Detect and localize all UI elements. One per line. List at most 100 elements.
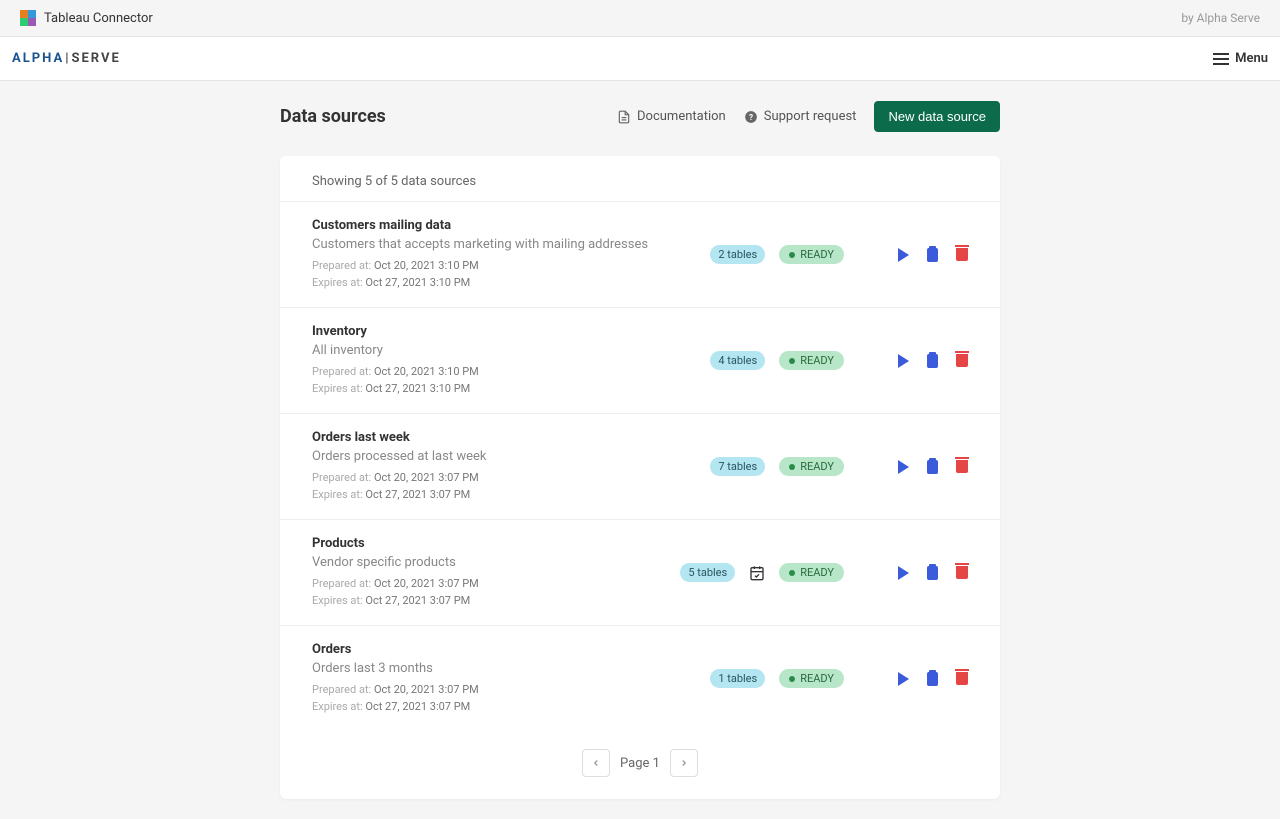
item-info: Customers mailing data Customers that acc…	[312, 218, 710, 291]
attribution: by Alpha Serve	[1181, 11, 1260, 25]
top-bar: Tableau Connector by Alpha Serve	[0, 0, 1280, 37]
item-description: All inventory	[312, 343, 710, 358]
item-meta: Prepared at: Oct 20, 2021 3:07 PMExpires…	[312, 576, 680, 609]
logo-serve: SERVE	[71, 51, 120, 66]
prepared-value: Oct 20, 2021 3:10 PM	[374, 365, 479, 378]
app-icon	[20, 10, 36, 26]
prepared-label: Prepared at:	[312, 683, 374, 696]
delete-icon[interactable]	[956, 566, 968, 579]
copy-icon[interactable]	[927, 460, 938, 474]
copy-icon[interactable]	[927, 672, 938, 686]
delete-icon[interactable]	[956, 354, 968, 367]
expires-value: Oct 27, 2021 3:07 PM	[365, 488, 470, 501]
documentation-label: Documentation	[637, 109, 726, 124]
tables-badge: 2 tables	[710, 245, 765, 264]
delete-icon[interactable]	[956, 460, 968, 473]
prepared-label: Prepared at:	[312, 365, 374, 378]
copy-icon[interactable]	[927, 566, 938, 580]
schedule-icon	[749, 565, 765, 581]
prepared-label: Prepared at:	[312, 259, 374, 272]
run-icon[interactable]	[898, 248, 909, 262]
item-right: 2 tables READY	[710, 245, 968, 264]
next-page-button[interactable]	[670, 749, 698, 777]
new-data-source-button[interactable]: New data source	[874, 101, 1000, 132]
data-sources-card: Showing 5 of 5 data sources Customers ma…	[280, 156, 1000, 799]
item-meta: Prepared at: Oct 20, 2021 3:07 PMExpires…	[312, 682, 710, 715]
item-right: 5 tablesREADY	[680, 563, 968, 582]
item-info: InventoryAll inventoryPrepared at: Oct 2…	[312, 324, 710, 397]
page-label: Page 1	[620, 756, 660, 771]
list-item: InventoryAll inventoryPrepared at: Oct 2…	[280, 308, 1000, 414]
logo-separator: |	[65, 51, 70, 66]
run-icon[interactable]	[898, 672, 909, 686]
item-meta: Prepared at: Oct 20, 2021 3:10 PM Expires…	[312, 364, 710, 397]
menu-label: Menu	[1235, 51, 1268, 66]
item-description: Vendor specific products	[312, 555, 680, 570]
item-title: Orders	[312, 642, 710, 657]
expires-label: Expires at:	[312, 276, 365, 289]
expires-label: Expires at:	[312, 382, 365, 395]
container: Data sources Documentation ? Support req…	[280, 81, 1000, 819]
app-title: Tableau Connector	[44, 11, 153, 26]
header-actions: Documentation ? Support request New data…	[617, 101, 1000, 132]
expires-value: Oct 27, 2021 3:10 PM	[365, 276, 470, 289]
list-item: Customers mailing data Customers that acc…	[280, 202, 1000, 308]
chevron-left-icon	[591, 758, 601, 768]
item-right: 1 tables READY	[710, 669, 968, 688]
documentation-link[interactable]: Documentation	[617, 109, 726, 124]
expires-value: Oct 27, 2021 3:07 PM	[365, 594, 470, 607]
action-icons	[898, 566, 968, 580]
status-badge: READY	[779, 669, 844, 688]
document-icon	[617, 110, 631, 124]
run-icon[interactable]	[898, 460, 909, 474]
prepared-label: Prepared at:	[312, 471, 374, 484]
item-description: Orders last 3 months	[312, 661, 710, 676]
help-icon: ?	[744, 110, 758, 124]
action-icons	[898, 354, 968, 368]
copy-icon[interactable]	[927, 248, 938, 262]
list-item: Orders Orders last 3 months Prepared at: O…	[280, 626, 1000, 731]
run-icon[interactable]	[898, 566, 909, 580]
item-right: 7 tables READY	[710, 457, 968, 476]
list-container: Customers mailing data Customers that acc…	[280, 202, 1000, 731]
status-badge: READY	[779, 245, 844, 264]
expires-label: Expires at:	[312, 700, 365, 713]
item-title: Products	[312, 536, 680, 551]
status-badge: READY	[779, 351, 844, 370]
support-link[interactable]: ? Support request	[744, 109, 857, 124]
expires-value: Oct 27, 2021 3:10 PM	[365, 382, 470, 395]
menu-icon	[1213, 53, 1229, 65]
tables-badge: 4 tables	[710, 351, 765, 370]
status-badge: READY	[779, 563, 844, 582]
nav-bar: ALPHA | SERVE Menu	[0, 37, 1280, 81]
run-icon[interactable]	[898, 354, 909, 368]
menu-button[interactable]: Menu	[1213, 51, 1268, 66]
prepared-value: Oct 20, 2021 3:07 PM	[374, 471, 479, 484]
tables-badge: 7 tables	[710, 457, 765, 476]
item-meta: Prepared at: Oct 20, 2021 3:07 PM Expires…	[312, 470, 710, 503]
copy-icon[interactable]	[927, 354, 938, 368]
list-summary: Showing 5 of 5 data sources	[280, 156, 1000, 202]
item-meta: Prepared at: Oct 20, 2021 3:10 PMExpires…	[312, 258, 710, 291]
action-icons	[898, 672, 968, 686]
page-title: Data sources	[280, 106, 386, 127]
expires-value: Oct 27, 2021 3:07 PM	[365, 700, 470, 713]
tables-badge: 1 tables	[710, 669, 765, 688]
item-info: Orders last weekOrders processed at last…	[312, 430, 710, 503]
item-title: Customers mailing data	[312, 218, 710, 233]
item-description: Customers that accepts marketing with ma…	[312, 237, 710, 252]
logo-alpha: ALPHA	[12, 51, 64, 66]
logo: ALPHA | SERVE	[12, 51, 121, 66]
page-header: Data sources Documentation ? Support req…	[280, 101, 1000, 132]
expires-label: Expires at:	[312, 488, 365, 501]
chevron-right-icon	[679, 758, 689, 768]
top-left: Tableau Connector	[20, 10, 153, 26]
action-icons	[898, 248, 968, 262]
delete-icon[interactable]	[956, 248, 968, 261]
pagination: Page 1	[280, 731, 1000, 799]
list-item: Products Vendor specific products Prepared…	[280, 520, 1000, 626]
delete-icon[interactable]	[956, 672, 968, 685]
prev-page-button[interactable]	[582, 749, 610, 777]
action-icons	[898, 460, 968, 474]
status-badge: READY	[779, 457, 844, 476]
